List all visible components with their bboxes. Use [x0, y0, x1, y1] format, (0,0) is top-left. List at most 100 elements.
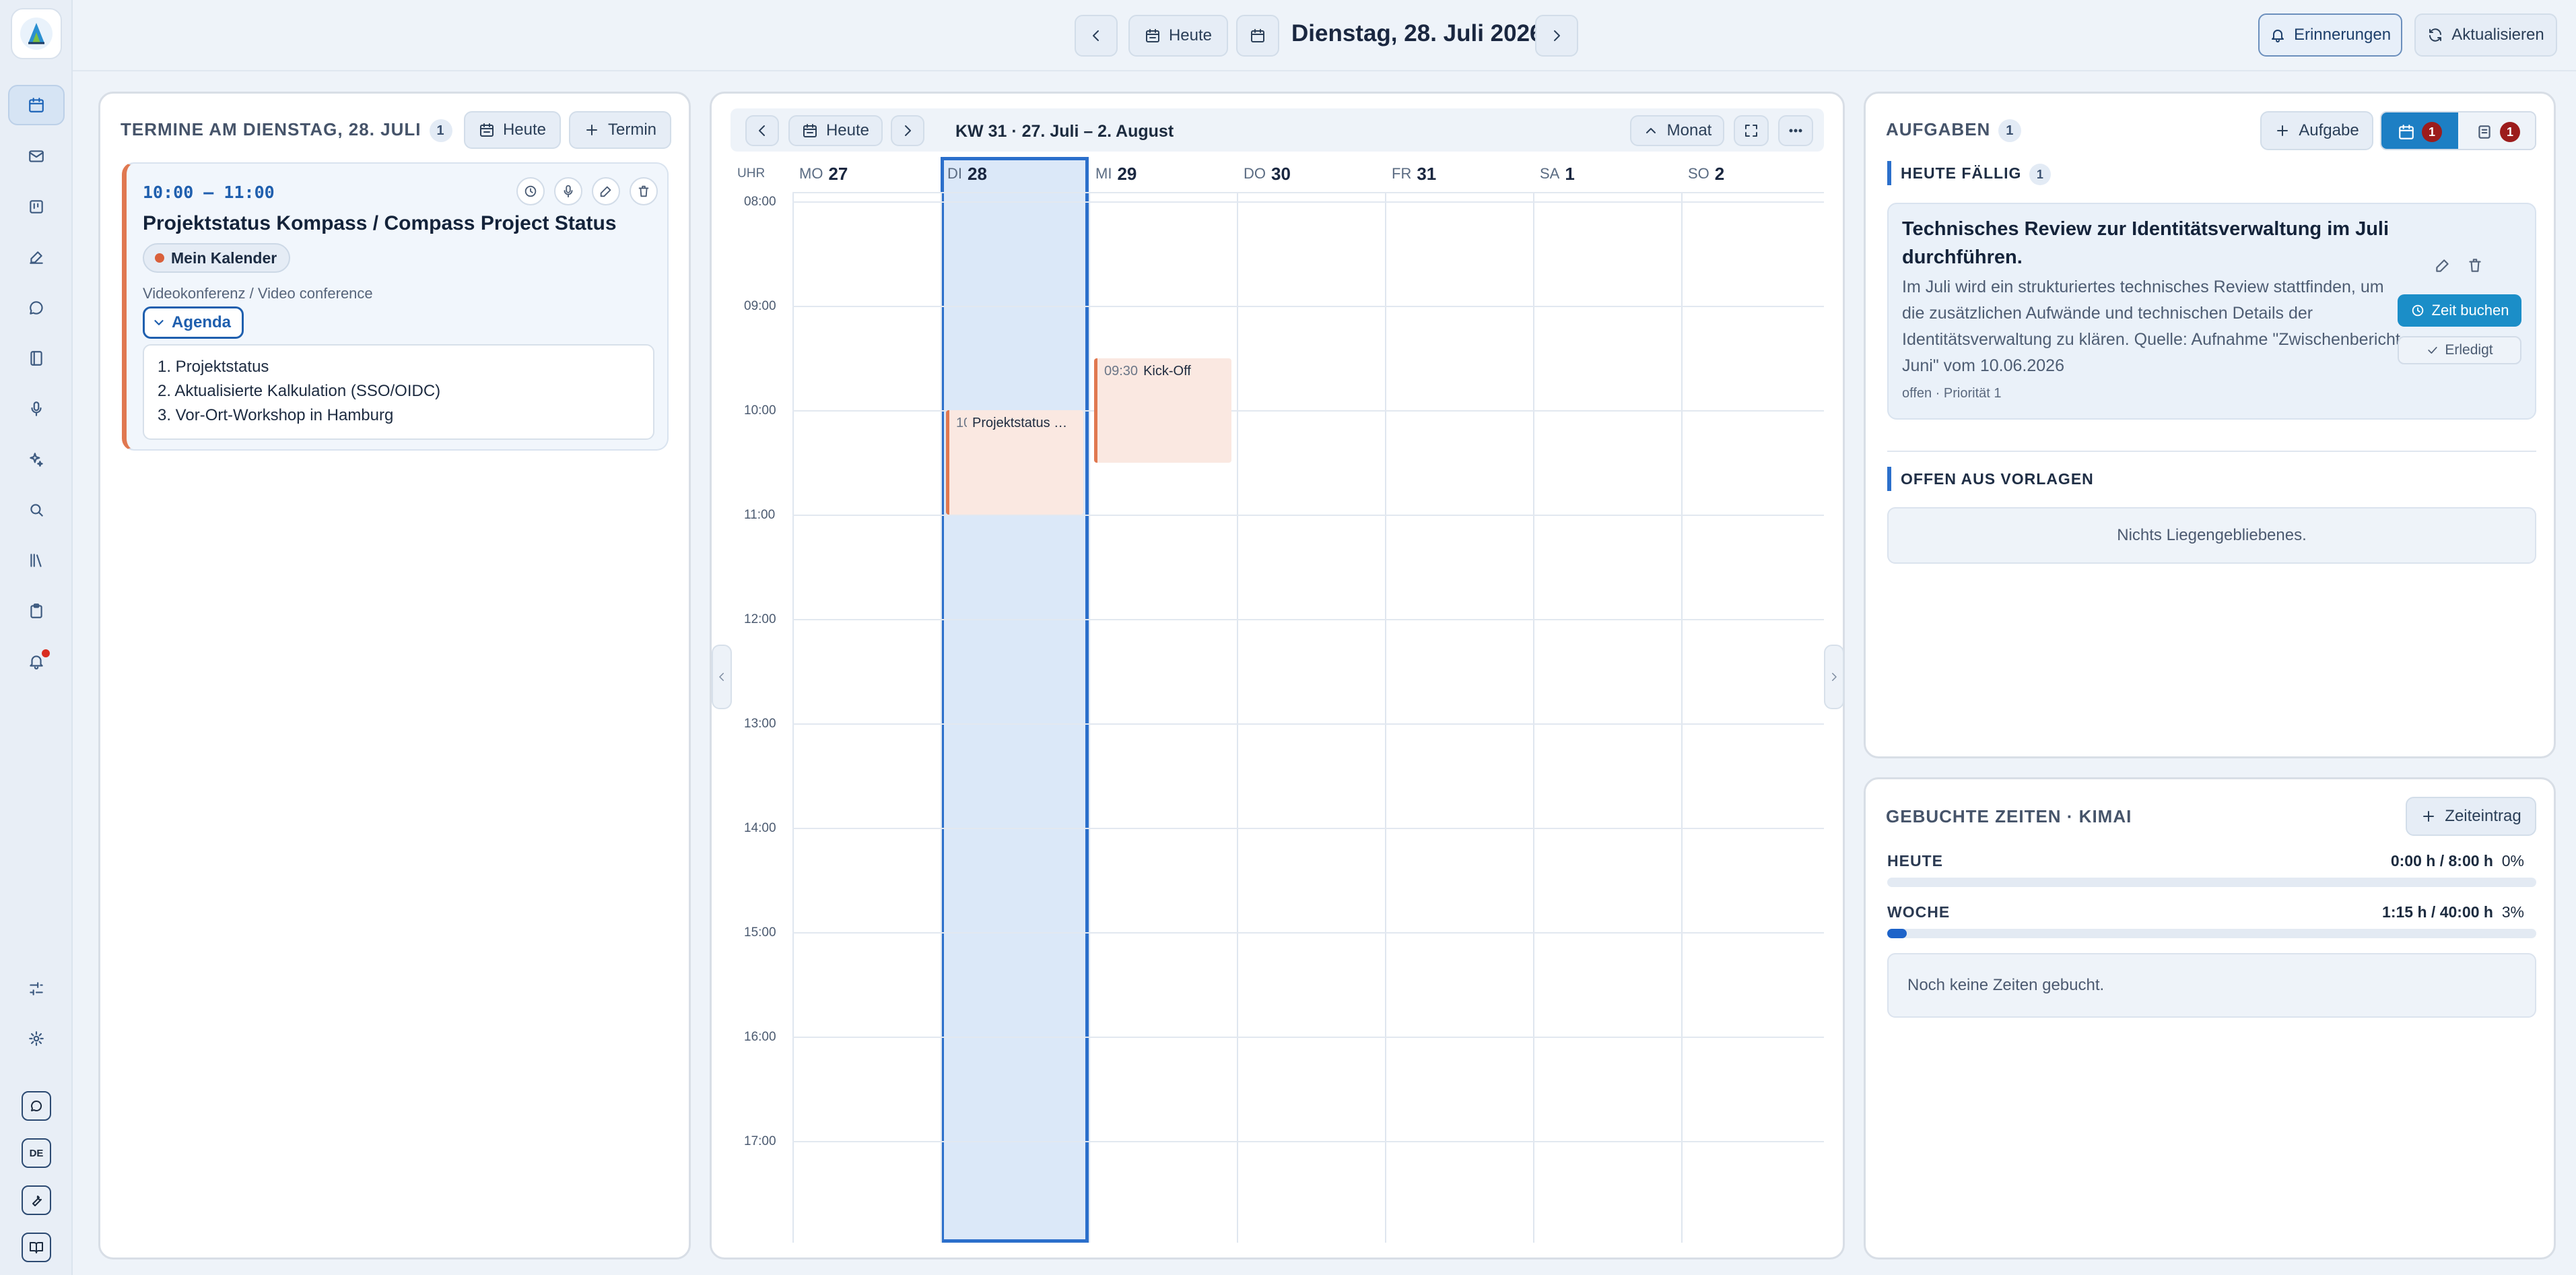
booked-times-panel: GEBUCHTE ZEITEN · KIMAI Zeiteintrag HEUT… — [1864, 777, 2556, 1260]
task-view-toggle: 1 1 — [2380, 111, 2536, 150]
day-header[interactable]: MI 29 — [1089, 157, 1237, 191]
language-icon: DE — [22, 1138, 51, 1168]
task-card[interactable]: Technisches Review zur Identitätsverwalt… — [1887, 203, 2536, 420]
sidebar-item-docs[interactable] — [8, 1227, 65, 1268]
day-header[interactable]: FR 31 — [1385, 157, 1533, 191]
date-picker-button[interactable] — [1236, 15, 1279, 57]
trash-icon[interactable] — [630, 177, 658, 205]
sidebar-item-search[interactable] — [8, 490, 65, 530]
day-header[interactable]: SO 2 — [1681, 157, 1829, 191]
week-today-button[interactable]: Heute — [788, 115, 883, 146]
prev-week-button[interactable] — [745, 115, 779, 146]
hour-line — [792, 1141, 1824, 1142]
day-abbr: DI — [947, 165, 962, 182]
calendar-chip: Mein Kalender — [143, 243, 291, 273]
hour-label: 14:00 — [744, 821, 776, 835]
trash-icon[interactable] — [2466, 257, 2484, 274]
sidebar-item-clipboard[interactable] — [8, 591, 65, 631]
appointments-today-button[interactable]: Heute — [464, 111, 561, 149]
appointments-title: TERMINE AM DIENSTAG, 28. JULI 1 — [121, 119, 452, 143]
sidebar-item-mail[interactable] — [8, 136, 65, 176]
calendar-event[interactable]: 10:00 Projektstatus Kompass / Compass Pro… — [946, 410, 1083, 515]
agenda-toggle[interactable]: Agenda — [143, 306, 244, 339]
sidebar-item-tools[interactable] — [8, 1180, 65, 1220]
today-time-value: 0:00 h / 8:00 h 0% — [2270, 852, 2524, 870]
sidebar-item-chat[interactable] — [8, 288, 65, 328]
week-progress-bar — [1887, 929, 2536, 938]
hour-line — [792, 932, 1824, 934]
collapse-right-toggle[interactable] — [1824, 645, 1844, 709]
refresh-button[interactable]: Aktualisieren — [2414, 13, 2557, 57]
task-view-calendar[interactable]: 1 — [2381, 112, 2458, 149]
today-button[interactable]: Heute — [1128, 15, 1228, 57]
board-icon — [28, 198, 45, 216]
sidebar-item-settings[interactable] — [8, 1018, 65, 1059]
more-options-button[interactable] — [1778, 115, 1813, 146]
sidebar-item-language[interactable]: DE — [8, 1133, 65, 1173]
hour-line — [792, 515, 1824, 516]
add-task-label: Aufgabe — [2299, 121, 2359, 139]
next-day-button[interactable] — [1535, 15, 1578, 57]
gear-icon — [28, 1030, 45, 1047]
hour-label: 11:00 — [744, 508, 776, 522]
pencil-icon[interactable] — [2434, 257, 2451, 274]
month-view-label: Monat — [1666, 121, 1712, 139]
calendar-today-icon — [802, 123, 818, 139]
appointment-time: 10:00 – 11:00 — [143, 183, 275, 202]
sidebar-item-notebook[interactable] — [8, 338, 65, 379]
day-header[interactable]: SA 1 — [1533, 157, 1681, 191]
day-header[interactable]: MO 27 — [792, 157, 941, 191]
day-header[interactable]: DI 28 — [941, 157, 1089, 191]
sidebar-item-ai[interactable] — [8, 439, 65, 480]
templates-empty-state: Nichts Liegengebliebenes. — [1887, 507, 2536, 564]
sidebar-item-library[interactable] — [8, 540, 65, 581]
day-header[interactable]: DO 30 — [1237, 157, 1385, 191]
day-abbr: SA — [1540, 165, 1560, 182]
wrench-icon — [22, 1185, 51, 1215]
book-time-button[interactable]: Zeit buchen — [2398, 294, 2521, 327]
task-description: Im Juli wird ein strukturiertes technisc… — [1902, 277, 2400, 375]
sidebar-item-sliders[interactable] — [8, 969, 65, 1009]
clock-icon[interactable] — [516, 177, 545, 205]
day-number: 2 — [1714, 163, 1725, 184]
tasks-count: 1 — [1998, 119, 2022, 143]
pencil-icon[interactable] — [592, 177, 620, 205]
appointments-panel: TERMINE AM DIENSTAG, 28. JULI 1 Heute Ter… — [98, 92, 691, 1260]
sidebar-item-board[interactable] — [8, 187, 65, 227]
due-today-count: 1 — [2029, 163, 2052, 185]
add-time-entry-button[interactable]: Zeiteintrag — [2406, 797, 2536, 836]
mark-done-button[interactable]: Erledigt — [2398, 336, 2521, 364]
hour-label: 13:00 — [744, 717, 776, 731]
day-abbr: SO — [1688, 165, 1709, 182]
week-toolbar: Heute KW 31 · 27. Juli – 2. August Monat — [731, 108, 1824, 152]
microphone-icon[interactable] — [554, 177, 582, 205]
chevron-left-icon — [754, 123, 770, 139]
chevron-up-icon — [1643, 123, 1659, 139]
sidebar-item-feedback[interactable] — [8, 1086, 65, 1126]
add-task-button[interactable]: Aufgabe — [2260, 111, 2373, 150]
reminders-button[interactable]: Erinnerungen — [2258, 13, 2402, 57]
sidebar-item-edit[interactable] — [8, 237, 65, 277]
hour-label: 09:00 — [744, 299, 776, 313]
app-logo[interactable] — [11, 8, 62, 59]
expand-icon — [1743, 123, 1759, 139]
hour-label: 16:00 — [744, 1030, 776, 1044]
day-number: 30 — [1271, 163, 1291, 184]
calendar-event[interactable]: 09:30 Kick-Off — [1094, 358, 1231, 463]
task-meta: offen · Priorität 1 — [1902, 386, 2002, 401]
today-button-label: Heute — [1168, 26, 1213, 44]
sidebar-item-microphone[interactable] — [8, 389, 65, 429]
task-view-notes[interactable]: 1 — [2458, 112, 2535, 149]
sidebar-item-calendar[interactable] — [8, 85, 65, 125]
month-view-button[interactable]: Monat — [1630, 115, 1724, 146]
appointment-card[interactable]: 10:00 – 11:00 Projektstatus Kompass / Co… — [122, 162, 669, 451]
collapse-left-toggle[interactable] — [712, 645, 732, 709]
templates-heading: OFFEN AUS VORLAGEN — [1887, 467, 2094, 491]
prev-day-button[interactable] — [1075, 15, 1118, 57]
mail-icon — [28, 148, 45, 165]
new-appointment-button[interactable]: Termin — [569, 111, 671, 149]
fullscreen-button[interactable] — [1734, 115, 1769, 146]
next-week-button[interactable] — [891, 115, 924, 146]
sidebar-item-notifications[interactable] — [8, 641, 65, 682]
hour-line — [792, 723, 1824, 725]
